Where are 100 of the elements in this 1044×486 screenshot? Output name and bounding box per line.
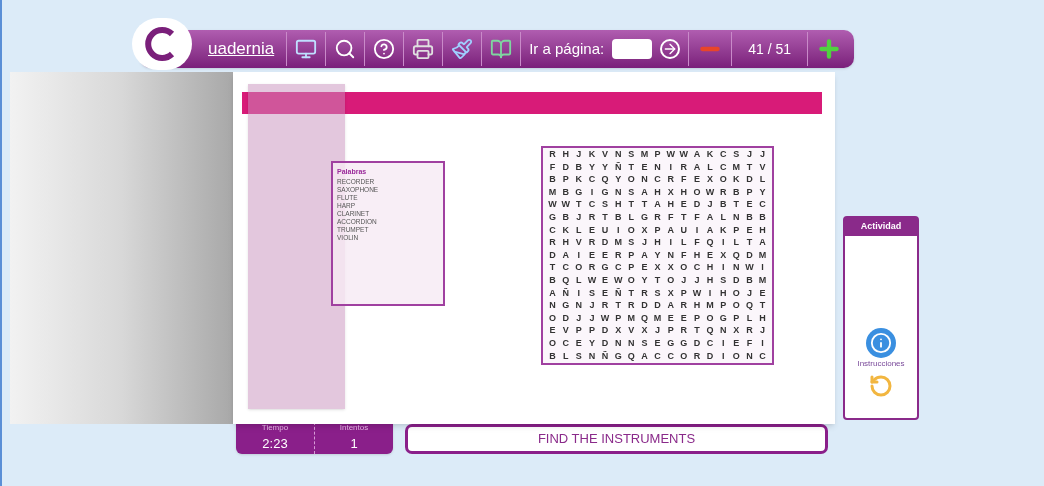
grid-letter[interactable]: E <box>756 287 770 300</box>
grid-letter[interactable]: W <box>690 287 704 300</box>
grid-letter[interactable]: G <box>598 261 612 275</box>
grid-letter[interactable]: N <box>624 337 638 350</box>
grid-letter[interactable]: C <box>651 349 665 363</box>
grid-letter[interactable]: N <box>664 249 678 262</box>
grid-letter[interactable]: B <box>546 349 560 363</box>
grid-letter[interactable]: E <box>637 261 651 275</box>
grid-letter[interactable]: T <box>756 299 770 313</box>
grid-letter[interactable]: G <box>677 337 691 350</box>
grid-letter[interactable]: K <box>559 224 573 237</box>
grid-letter[interactable]: X <box>651 261 665 275</box>
grid-letter[interactable]: F <box>677 249 691 262</box>
grid-letter[interactable]: W <box>585 274 599 287</box>
grid-letter[interactable]: O <box>677 349 691 363</box>
grid-letter[interactable]: J <box>742 148 756 162</box>
grid-letter[interactable]: C <box>651 173 665 187</box>
grid-letter[interactable]: X <box>611 324 625 338</box>
grid-letter[interactable]: X <box>729 324 743 338</box>
page-input[interactable] <box>612 39 653 59</box>
grid-letter[interactable]: D <box>546 249 560 262</box>
grid-letter[interactable]: T <box>598 211 612 224</box>
grid-letter[interactable]: O <box>624 224 638 237</box>
grid-letter[interactable]: W <box>598 312 612 325</box>
grid-letter[interactable]: F <box>546 161 560 174</box>
grid-letter[interactable]: N <box>651 161 665 174</box>
grid-letter[interactable]: S <box>637 337 651 350</box>
grid-letter[interactable]: W <box>703 186 717 199</box>
grid-letter[interactable]: S <box>598 198 612 212</box>
grid-letter[interactable]: N <box>729 211 743 224</box>
grid-letter[interactable]: Y <box>637 274 651 287</box>
grid-letter[interactable]: E <box>572 337 586 350</box>
grid-letter[interactable]: N <box>729 261 743 275</box>
grid-letter[interactable]: W <box>546 198 560 212</box>
grid-letter[interactable]: G <box>572 186 586 199</box>
grid-letter[interactable]: R <box>598 299 612 313</box>
grid-letter[interactable]: B <box>756 211 770 224</box>
grid-letter[interactable]: O <box>624 274 638 287</box>
grid-letter[interactable]: C <box>756 198 770 212</box>
grid-letter[interactable]: Q <box>742 299 756 313</box>
grid-letter[interactable]: M <box>756 274 770 287</box>
grid-letter[interactable]: T <box>637 198 651 212</box>
grid-letter[interactable]: T <box>742 161 756 174</box>
grid-letter[interactable]: A <box>559 249 573 262</box>
grid-letter[interactable]: H <box>690 299 704 313</box>
grid-letter[interactable]: E <box>742 198 756 212</box>
grid-letter[interactable]: E <box>690 173 704 187</box>
grid-letter[interactable]: Y <box>598 161 612 174</box>
grid-letter[interactable]: P <box>624 249 638 262</box>
grid-letter[interactable]: J <box>756 324 770 338</box>
grid-letter[interactable]: J <box>742 287 756 300</box>
grid-letter[interactable]: C <box>716 148 730 162</box>
grid-letter[interactable]: C <box>703 337 717 350</box>
grid-letter[interactable]: I <box>716 261 730 275</box>
grid-letter[interactable]: L <box>572 274 586 287</box>
grid-letter[interactable]: I <box>611 224 625 237</box>
grid-letter[interactable]: D <box>559 161 573 174</box>
grid-letter[interactable]: Q <box>637 312 651 325</box>
grid-letter[interactable]: C <box>716 161 730 174</box>
grid-letter[interactable]: B <box>572 161 586 174</box>
grid-letter[interactable]: B <box>716 198 730 212</box>
grid-letter[interactable]: E <box>585 224 599 237</box>
grid-letter[interactable]: M <box>637 148 651 162</box>
grid-letter[interactable]: M <box>546 186 560 199</box>
grid-letter[interactable]: A <box>690 148 704 162</box>
grid-letter[interactable]: L <box>559 349 573 363</box>
grid-letter[interactable]: Q <box>703 236 717 250</box>
grid-letter[interactable]: Ñ <box>611 287 625 300</box>
grid-letter[interactable]: L <box>703 161 717 174</box>
grid-letter[interactable]: D <box>690 337 704 350</box>
grid-letter[interactable]: J <box>572 312 586 325</box>
grid-letter[interactable]: K <box>703 148 717 162</box>
grid-letter[interactable]: O <box>729 349 743 363</box>
grid-letter[interactable]: P <box>742 186 756 199</box>
grid-letter[interactable]: M <box>611 236 625 250</box>
grid-letter[interactable]: U <box>677 224 691 237</box>
grid-letter[interactable]: O <box>703 312 717 325</box>
grid-letter[interactable]: X <box>637 324 651 338</box>
grid-letter[interactable]: T <box>611 299 625 313</box>
grid-letter[interactable]: R <box>585 236 599 250</box>
grid-letter[interactable]: I <box>703 287 717 300</box>
grid-letter[interactable]: I <box>716 337 730 350</box>
grid-letter[interactable]: P <box>559 173 573 187</box>
grid-letter[interactable]: Q <box>559 274 573 287</box>
grid-letter[interactable]: J <box>651 324 665 338</box>
grid-letter[interactable]: P <box>729 224 743 237</box>
grid-letter[interactable]: F <box>690 211 704 224</box>
grid-letter[interactable]: L <box>624 211 638 224</box>
grid-letter[interactable]: N <box>637 173 651 187</box>
grid-letter[interactable]: O <box>624 173 638 187</box>
grid-letter[interactable]: C <box>664 349 678 363</box>
grid-letter[interactable]: H <box>611 198 625 212</box>
grid-letter[interactable]: V <box>559 324 573 338</box>
grid-letter[interactable]: E <box>637 161 651 174</box>
grid-letter[interactable]: H <box>651 186 665 199</box>
grid-letter[interactable]: Y <box>651 249 665 262</box>
grid-letter[interactable]: D <box>598 337 612 350</box>
grid-letter[interactable]: L <box>729 236 743 250</box>
grid-letter[interactable]: B <box>559 211 573 224</box>
grid-letter[interactable]: W <box>677 148 691 162</box>
